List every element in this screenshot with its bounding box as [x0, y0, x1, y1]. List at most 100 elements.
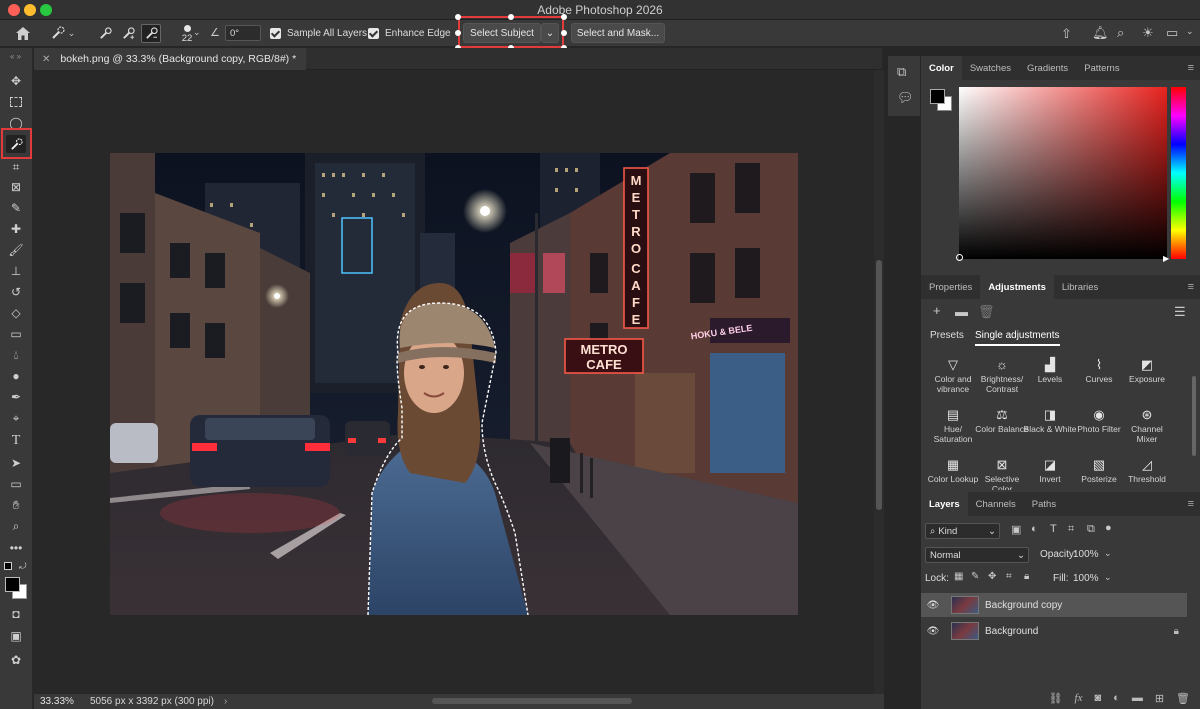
tab-gradients[interactable]: Gradients: [1019, 56, 1076, 80]
frame-tool-icon[interactable]: ⊠: [6, 178, 26, 196]
layer-style-icon[interactable]: fx: [1075, 692, 1083, 704]
move-tool-icon[interactable]: ✥: [6, 72, 26, 90]
lock-artboard-icon[interactable]: ⌗: [1006, 571, 1012, 582]
opacity-value[interactable]: 100%: [1073, 549, 1099, 560]
more-tools-icon[interactable]: •••: [6, 539, 26, 557]
marquee-tool-icon[interactable]: [6, 93, 26, 111]
lock-image-icon[interactable]: ✎: [971, 571, 979, 582]
enhance-edge-checkbox[interactable]: Enhance Edge: [368, 28, 451, 39]
tab-libraries[interactable]: Libraries: [1054, 275, 1106, 299]
default-colors-icon[interactable]: [4, 562, 12, 570]
new-selection-brush-icon[interactable]: [96, 25, 114, 41]
layer-row-background-copy[interactable]: 👁︎ Background copy: [921, 593, 1187, 617]
new-layer-icon[interactable]: ⊞: [1155, 692, 1164, 705]
delete-layer-icon[interactable]: 🗑︎: [1176, 692, 1190, 705]
foreground-color-chip[interactable]: [930, 89, 945, 104]
home-icon[interactable]: [12, 25, 34, 41]
history-panel-icon[interactable]: ⧉: [897, 64, 906, 80]
canvas-area[interactable]: M E T R O C A F E METRO CAFE HOKU & BELE: [34, 70, 874, 694]
layer-filter-kind[interactable]: ⌕ Kind ⌄: [925, 523, 1000, 539]
layer-row-background[interactable]: 👁︎ Background 🔒︎: [921, 619, 1187, 643]
folder-icon[interactable]: ▬: [955, 304, 968, 319]
select-subject-button[interactable]: Select Subject: [463, 23, 541, 43]
panel-menu-icon[interactable]: ≡: [1188, 281, 1194, 293]
chevron-down-icon[interactable]: ⌄: [193, 27, 201, 38]
new-group-icon[interactable]: ▬: [1132, 692, 1143, 704]
panel-menu-icon[interactable]: ≡: [1188, 62, 1194, 74]
document-image[interactable]: M E T R O C A F E METRO CAFE HOKU & BELE: [110, 153, 798, 615]
lock-transparent-icon[interactable]: ▦: [954, 571, 963, 582]
clone-stamp-tool-icon[interactable]: ⊥: [6, 262, 26, 280]
adjustments-subtab-single[interactable]: Single adjustments: [975, 330, 1060, 346]
add-mask-icon[interactable]: ◙: [1095, 692, 1102, 704]
adjustment-hue-saturation[interactable]: ▤ Hue/ Saturation: [926, 406, 980, 444]
eraser-tool-icon[interactable]: ◇: [6, 304, 26, 322]
zoom-tool-icon[interactable]: ⌕: [6, 517, 26, 535]
select-and-mask-button[interactable]: Select and Mask...: [571, 23, 665, 43]
adjustment-exposure[interactable]: ◩ Exposure: [1120, 356, 1174, 384]
adjustments-scrollbar-thumb[interactable]: [1192, 376, 1196, 456]
adjustments-subtab-presets[interactable]: Presets: [930, 330, 964, 341]
hue-slider[interactable]: [1171, 87, 1186, 259]
tab-channels[interactable]: Channels: [968, 492, 1024, 516]
generative-icon[interactable]: ✿: [6, 651, 26, 669]
adjustment-invert[interactable]: ◪ Invert: [1023, 456, 1077, 484]
adjustment-levels[interactable]: ▟ Levels: [1023, 356, 1077, 384]
adjustment-photo-filter[interactable]: ◉ Photo Filter: [1072, 406, 1126, 434]
filter-pixel-icon[interactable]: ▣: [1011, 523, 1021, 536]
rectangle-tool-icon[interactable]: ▭: [6, 475, 26, 493]
filter-shape-icon[interactable]: ⌗: [1068, 523, 1074, 536]
history-brush-tool-icon[interactable]: ↺: [6, 283, 26, 301]
list-view-icon[interactable]: ☰: [1174, 304, 1186, 320]
visibility-eye-icon[interactable]: 👁︎: [921, 600, 945, 611]
gradient-tool-icon[interactable]: ▭: [6, 325, 26, 343]
tab-adjustments[interactable]: Adjustments: [980, 275, 1054, 299]
tab-properties[interactable]: Properties: [921, 275, 980, 299]
adjustment-brightness-contrast[interactable]: ☼ Brightness/ Contrast: [975, 356, 1029, 394]
lock-position-icon[interactable]: ✥: [988, 571, 996, 582]
tab-color[interactable]: Color: [921, 56, 962, 80]
fill-value[interactable]: 100%: [1073, 573, 1099, 584]
light-bulb-icon[interactable]: ☀︎: [1142, 25, 1154, 41]
adjustment-color-balance[interactable]: ⚖ Color Balance: [975, 406, 1029, 434]
adjustment-threshold[interactable]: ◿ Threshold: [1120, 456, 1174, 484]
scrollbar-thumb[interactable]: [876, 260, 882, 510]
adjustment-color-lookup[interactable]: ▦ Color Lookup: [926, 456, 980, 490]
swap-colors-icon[interactable]: ⤾: [19, 561, 27, 572]
pen-tool-icon[interactable]: ✒: [6, 388, 26, 406]
hand-tool-icon[interactable]: ✋︎: [6, 496, 26, 514]
angle-input[interactable]: 0°: [225, 25, 261, 41]
crop-tool-icon[interactable]: ⌗: [6, 158, 26, 176]
document-tab[interactable]: ✕ bokeh.png @ 33.3% (Background copy, RG…: [34, 48, 307, 70]
adjustment-black-white[interactable]: ◨ Black & White: [1023, 406, 1077, 434]
horizontal-scrollbar-thumb[interactable]: [432, 698, 632, 704]
search-icon[interactable]: ⌕: [1117, 25, 1124, 41]
bell-icon[interactable]: 🔔︎: [1092, 25, 1109, 41]
chevron-down-icon[interactable]: ⌄: [1186, 26, 1194, 37]
filter-toggle-icon[interactable]: ●: [1105, 522, 1112, 534]
dodge-tool-icon[interactable]: ●: [6, 367, 26, 385]
comments-panel-icon[interactable]: 💬︎: [897, 90, 914, 106]
subtract-from-selection-brush-icon[interactable]: [141, 24, 161, 43]
sample-all-layers-checkbox[interactable]: Sample All Layers: [270, 28, 367, 39]
adjustment-layer-icon[interactable]: ◐: [1113, 692, 1120, 704]
add-to-selection-brush-icon[interactable]: [119, 25, 137, 41]
link-layers-icon[interactable]: ⛓︎: [1049, 692, 1063, 705]
panel-menu-icon[interactable]: ≡: [1188, 498, 1194, 510]
blend-mode-select[interactable]: Normal ⌄: [925, 547, 1029, 563]
zoom-level[interactable]: 33.33%: [40, 696, 88, 707]
tab-swatches[interactable]: Swatches: [962, 56, 1019, 80]
adjustment-posterize[interactable]: ▧ Posterize: [1072, 456, 1126, 484]
color-field[interactable]: [959, 87, 1167, 259]
tab-patterns[interactable]: Patterns: [1076, 56, 1127, 80]
screen-mode-icon[interactable]: ▣: [6, 627, 26, 645]
path-selection-tool-icon[interactable]: ➤: [6, 454, 26, 472]
foreground-color-swatch[interactable]: [5, 577, 20, 592]
filter-type-icon[interactable]: T: [1050, 523, 1057, 535]
layer-name[interactable]: Background: [985, 626, 1038, 637]
adjustment-selective-color[interactable]: ⊠ Selective Color: [975, 456, 1029, 490]
tab-layers[interactable]: Layers: [921, 492, 968, 516]
layer-name[interactable]: Background copy: [985, 600, 1062, 611]
tab-paths[interactable]: Paths: [1024, 492, 1064, 516]
adjustment-color-vibrance[interactable]: ▽ Color and vibrance: [926, 356, 980, 394]
